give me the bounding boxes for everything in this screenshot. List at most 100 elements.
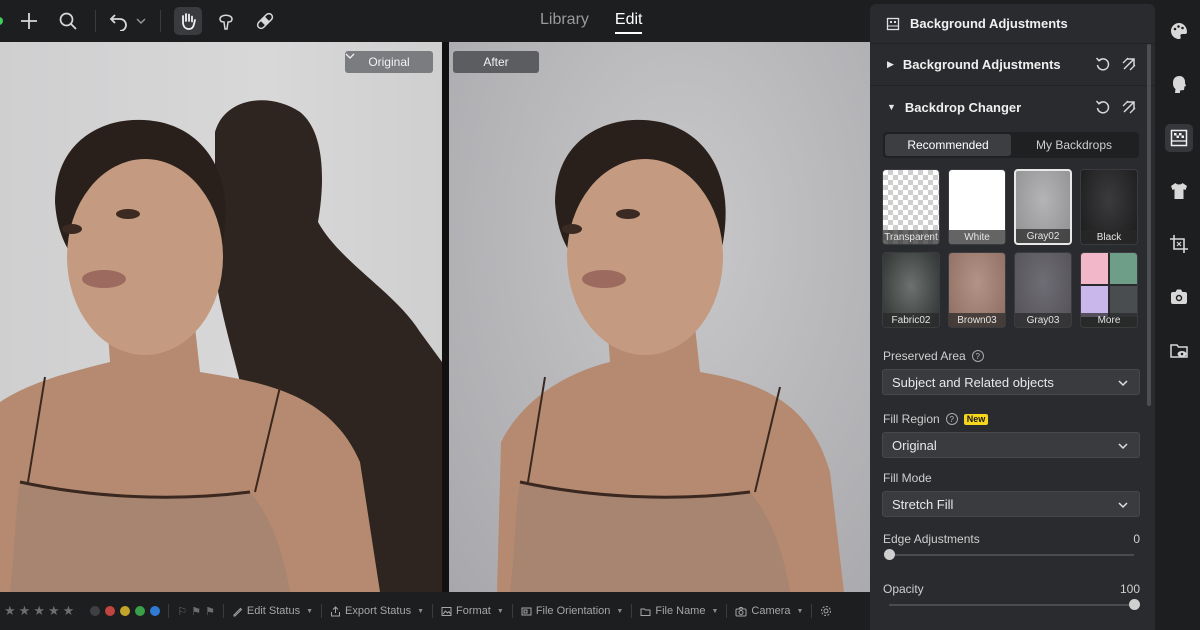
- backdrop-black[interactable]: Black: [1080, 169, 1138, 245]
- search-icon[interactable]: [55, 8, 81, 34]
- flag-filled-icon[interactable]: ⚑: [191, 605, 201, 618]
- star-rating[interactable]: ★ ★ ★ ★ ★: [4, 603, 74, 619]
- tab-recommended[interactable]: Recommended: [885, 134, 1011, 156]
- camera-filter[interactable]: Camera ▼: [735, 605, 803, 617]
- hand-icon[interactable]: [174, 7, 202, 35]
- tab-my-backdrops[interactable]: My Backdrops: [1011, 134, 1137, 156]
- shirt-icon[interactable]: [1165, 177, 1193, 205]
- folder-eye-icon[interactable]: [1165, 337, 1193, 365]
- edge-adjustments-slider[interactable]: [889, 554, 1134, 556]
- fill-region-select[interactable]: Original: [882, 432, 1140, 458]
- section-backdrop-changer[interactable]: ▼ Backdrop Changer: [870, 87, 1155, 127]
- color-label-yellow[interactable]: [120, 606, 131, 616]
- chevron-down-icon: [345, 53, 355, 59]
- opacity-value[interactable]: 100: [1120, 582, 1140, 596]
- help-icon[interactable]: ?: [945, 413, 958, 425]
- file-orientation-filter[interactable]: File Orientation ▼: [521, 605, 623, 617]
- photo-after: After: [449, 42, 870, 592]
- app-window: Library Edit Original After ★ ★ ★ ★ ★ ⚐ …: [0, 0, 1200, 630]
- face-icon[interactable]: [1165, 70, 1193, 98]
- camera-icon[interactable]: [1165, 283, 1193, 311]
- caret-down-icon: ▼: [887, 102, 896, 112]
- file-name-label: File Name: [655, 605, 706, 617]
- help-icon[interactable]: ?: [971, 350, 984, 362]
- backdrop-white[interactable]: White: [948, 169, 1006, 245]
- filter-settings-button[interactable]: [820, 605, 832, 617]
- format-filter[interactable]: Format ▼: [441, 605, 504, 617]
- backdrop-grid: Transparent White Gray02 Black Fabric02 …: [882, 169, 1140, 328]
- opacity-handle[interactable]: [1128, 599, 1140, 610]
- backdrop-transparent[interactable]: Transparent: [882, 169, 940, 245]
- opacity-label: Opacity: [883, 582, 924, 596]
- gear-icon: [821, 606, 832, 616]
- reset-icon[interactable]: [1095, 56, 1111, 72]
- eraser-icon[interactable]: [1121, 56, 1137, 72]
- edge-adjustments-value[interactable]: 0: [1133, 532, 1140, 546]
- tab-library[interactable]: Library: [540, 11, 589, 32]
- preserved-area-select[interactable]: Subject and Related objects: [882, 369, 1140, 395]
- palette-icon[interactable]: [1165, 17, 1193, 45]
- edge-adjustments-handle[interactable]: [883, 549, 895, 560]
- panel-title: Background Adjustments: [910, 16, 1068, 31]
- tab-edit[interactable]: Edit: [614, 9, 643, 34]
- eraser-icon[interactable]: [1121, 99, 1137, 115]
- backdrop-fabric02[interactable]: Fabric02: [882, 252, 940, 328]
- filmstrip-filter-bar: ★ ★ ★ ★ ★ ⚐ ⚑ ⚑ Edit Status ▼ Export Stat…: [0, 592, 870, 630]
- backdrop-icon[interactable]: [1165, 124, 1193, 152]
- star-icon[interactable]: ★: [33, 603, 45, 619]
- flag-reject-icon[interactable]: ⚑: [205, 605, 215, 618]
- star-icon[interactable]: ★: [63, 603, 75, 619]
- backdrop-label: White: [949, 230, 1005, 244]
- star-icon[interactable]: ★: [4, 603, 16, 619]
- file-name-filter[interactable]: File Name ▼: [640, 605, 718, 617]
- photo-canvas[interactable]: Original After: [0, 42, 870, 592]
- fill-region-label-row: Fill Region ? New: [883, 412, 989, 426]
- section-divider: [870, 85, 1155, 86]
- section-background-adjustments[interactable]: ▶ Background Adjustments: [870, 44, 1155, 84]
- chevron-down-icon: [1118, 380, 1128, 387]
- add-icon[interactable]: [16, 8, 42, 34]
- color-label-red[interactable]: [105, 606, 116, 616]
- bar-divider: [511, 604, 513, 618]
- backdrop-brown03[interactable]: Brown03: [948, 252, 1006, 328]
- reset-icon[interactable]: [1095, 99, 1111, 115]
- chevron-down-icon[interactable]: [131, 8, 151, 34]
- photo-before: Original: [0, 42, 442, 592]
- top-toolbar: Library Edit: [0, 0, 870, 42]
- opacity-slider[interactable]: [889, 604, 1134, 606]
- bandage-icon[interactable]: [252, 8, 278, 34]
- brush-icon[interactable]: [213, 8, 239, 34]
- color-label-none[interactable]: [90, 606, 101, 616]
- backdrop-label: Fabric02: [883, 313, 939, 327]
- image-icon: [441, 606, 452, 616]
- fill-mode-select[interactable]: Stretch Fill: [882, 491, 1140, 517]
- portrait-edited: [497, 119, 844, 592]
- view-original-dropdown[interactable]: Original: [345, 51, 433, 73]
- star-icon[interactable]: ★: [19, 603, 31, 619]
- fill-mode-value: Stretch Fill: [892, 496, 954, 512]
- backdrop-gray02[interactable]: Gray02: [1014, 169, 1072, 245]
- backdrop-gray03[interactable]: Gray03: [1014, 252, 1072, 328]
- opacity-row: Opacity 100: [883, 582, 1140, 596]
- preserved-area-label: Preserved Area: [883, 349, 966, 363]
- backdrop-label: Gray03: [1015, 313, 1071, 327]
- color-label-green[interactable]: [135, 606, 146, 616]
- edit-status-label: Edit Status: [246, 605, 301, 617]
- edge-adjustments-row: Edge Adjustments 0: [883, 532, 1140, 546]
- edit-status-filter[interactable]: Edit Status ▼: [232, 605, 313, 617]
- bar-divider: [432, 604, 434, 618]
- panel-scrollbar[interactable]: [1147, 44, 1151, 406]
- portrait-original: [0, 100, 442, 592]
- star-icon[interactable]: ★: [48, 603, 60, 619]
- mode-tabs: Library Edit: [540, 0, 643, 42]
- section-title: Backdrop Changer: [904, 99, 1022, 115]
- edge-adjustments-label: Edge Adjustments: [883, 532, 980, 546]
- undo-icon[interactable]: [106, 8, 132, 34]
- preserved-area-value: Subject and Related objects: [892, 374, 1054, 390]
- color-label-blue[interactable]: [150, 606, 161, 616]
- flag-outline-icon[interactable]: ⚐: [177, 605, 187, 618]
- export-status-filter[interactable]: Export Status ▼: [330, 605, 424, 617]
- backdrop-more[interactable]: More: [1080, 252, 1138, 328]
- section-title: Background Adjustments: [902, 56, 1061, 72]
- crop-icon[interactable]: [1165, 230, 1193, 258]
